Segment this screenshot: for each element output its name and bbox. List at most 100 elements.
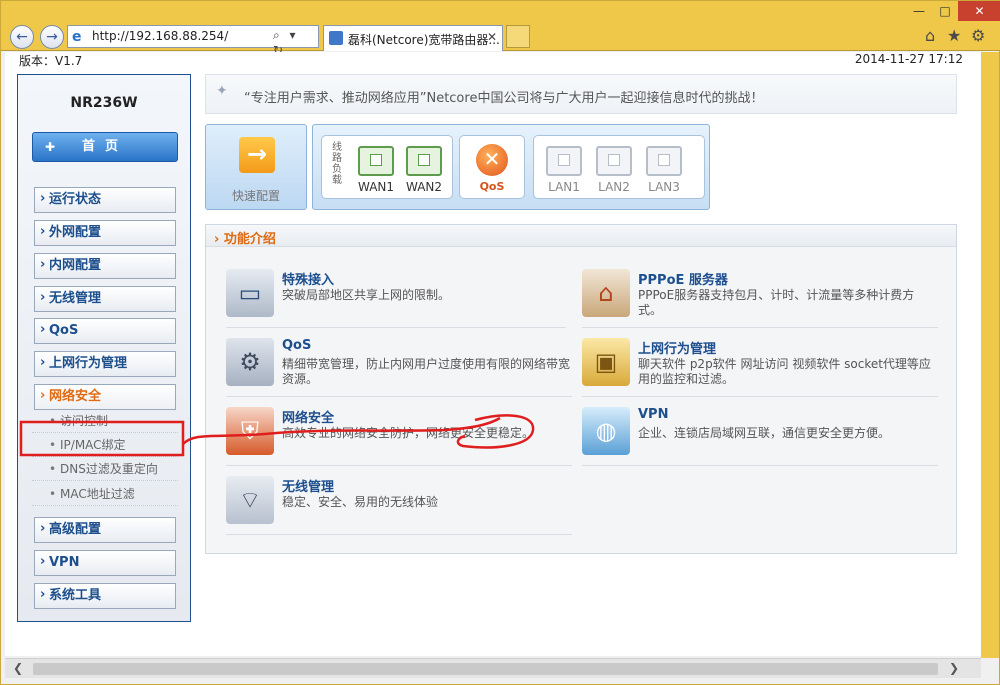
qos-label: QoS	[479, 180, 505, 193]
tab-close-icon[interactable]: ✕	[487, 30, 497, 44]
home-button[interactable]: ✚ 首页	[32, 132, 178, 162]
qos-off-icon: ✕	[476, 144, 508, 176]
scroll-right-icon[interactable]: ❯	[949, 661, 959, 675]
lan1-label: LAN1	[548, 180, 580, 194]
feature-desc: 高效专业的网络安全防护，网络更安全更稳定。	[282, 426, 535, 440]
home-icon[interactable]: ⌂	[925, 26, 935, 45]
sidebar: NR236W ✚ 首页 运行状态 外网配置 内网配置 无线管理 QoS 上网行为…	[17, 74, 191, 622]
feature-title[interactable]: PPPoE 服务器	[638, 269, 728, 288]
menu-item-wireless[interactable]: 无线管理	[34, 286, 176, 312]
quick-setup-button[interactable]: → 快速配置	[205, 124, 307, 210]
port-status-panel: 线路负载 WAN1 WAN2 ✕ QoS LAN1 LAN2 LAN3	[312, 124, 710, 210]
feature-network-security[interactable]: ⛨ 网络安全 高效专业的网络安全防护，网络更安全更稳定。	[226, 407, 572, 469]
version-label: 版本：V1.7	[19, 54, 83, 68]
feature-qos[interactable]: ⚙ QoS 精细带宽管理，防止内网用户过度使用有限的网络带宽资源。	[226, 338, 572, 400]
scroll-left-icon[interactable]: ❮	[13, 661, 23, 675]
submenu-dns-filter[interactable]: DNS过滤及重定向	[32, 457, 178, 481]
horizontal-scrollbar[interactable]: ❮ ❯	[5, 658, 981, 678]
menu-item-behavior[interactable]: 上网行为管理	[34, 351, 176, 377]
title-bar: — □ ✕	[1, 1, 1000, 21]
address-bar[interactable]: e http://192.168.88.254/ ⌕ ▾ ↻	[67, 25, 319, 57]
close-button[interactable]: ✕	[958, 1, 1000, 21]
feature-title[interactable]: 网络安全	[282, 407, 334, 426]
settings-gear-icon[interactable]: ⚙	[971, 26, 985, 45]
slogan-banner: ✦ “专注用户需求、推动网络应用”Netcore中国公司将与广大用户一起迎接信息…	[205, 74, 957, 114]
submenu-mac-filter[interactable]: MAC地址过滤	[32, 482, 178, 506]
submenu-access-control[interactable]: 访问控制	[32, 409, 178, 433]
sparkle-icon: ✦	[216, 83, 228, 99]
feature-title[interactable]: VPN	[638, 407, 668, 422]
feature-pppoe-server[interactable]: ⌂ PPPoE 服务器 PPPoE服务器支持包月、计时、计流量等多种计费方式。	[582, 269, 938, 331]
lan-port-group: LAN1 LAN2 LAN3	[533, 135, 705, 199]
feature-desc: 突破局部地区共享上网的限制。	[282, 288, 451, 302]
wan1-port-icon[interactable]	[358, 146, 394, 176]
wan1-label: WAN1	[357, 180, 395, 194]
tab-title: 磊科(Netcore)宽带路由器...	[348, 33, 500, 47]
load-balance-label: 线路负载	[332, 142, 342, 186]
feature-wireless[interactable]: ⌔ 无线管理 稳定、安全、易用的无线体验	[226, 476, 572, 538]
vertical-scroll-area	[981, 52, 999, 658]
globe-monitor-icon: ◍	[582, 407, 630, 455]
model-name: NR236W	[70, 95, 138, 111]
wireless-icon: ⌔	[226, 476, 274, 524]
monitor-icon: ▭	[226, 269, 274, 317]
menu-item-advanced[interactable]: 高级配置	[34, 517, 176, 543]
lan2-port-icon[interactable]	[596, 146, 632, 176]
gears-icon: ⚙	[226, 338, 274, 386]
feature-title[interactable]: QoS	[282, 338, 311, 353]
menu-item-lan[interactable]: 内网配置	[34, 253, 176, 279]
slogan-text: “专注用户需求、推动网络应用”Netcore中国公司将与广大用户一起迎接信息时代…	[244, 91, 764, 106]
features-title: › 功能介绍	[214, 232, 276, 247]
arrow-right-icon: →	[239, 137, 275, 173]
ie-icon: e	[72, 29, 82, 45]
browser-toolbar: ← → e http://192.168.88.254/ ⌕ ▾ ↻ 磊科(Ne…	[1, 21, 1000, 57]
url-text[interactable]: http://192.168.88.254/	[92, 29, 228, 43]
feature-title[interactable]: 无线管理	[282, 476, 334, 495]
lan2-label: LAN2	[598, 180, 630, 194]
favicon-icon	[329, 31, 343, 45]
watermark-url: jingyan.baidu.com	[775, 642, 923, 656]
feature-title[interactable]: 上网行为管理	[638, 338, 716, 357]
wan2-port-icon[interactable]	[406, 146, 442, 176]
minimize-button[interactable]: —	[906, 1, 932, 21]
feature-special-access[interactable]: ▭ 特殊接入 突破局部地区共享上网的限制。	[226, 269, 566, 331]
features-panel: › 功能介绍 ▭ 特殊接入 突破局部地区共享上网的限制。 ⌂ PPPoE 服务器…	[205, 224, 957, 554]
tab-router[interactable]: 磊科(Netcore)宽带路由器... ✕	[323, 25, 503, 51]
lan3-label: LAN3	[648, 180, 680, 194]
shield-icon: ⛨	[226, 407, 274, 455]
menu-item-security[interactable]: 网络安全	[34, 384, 176, 410]
house-icon: ⌂	[582, 269, 630, 317]
feature-title[interactable]: 特殊接入	[282, 269, 334, 288]
menu-item-qos[interactable]: QoS	[34, 318, 176, 344]
quick-setup-label: 快速配置	[231, 189, 280, 203]
datetime-label: 2014-11-27 17:12	[854, 52, 963, 66]
submenu-ip-mac-binding[interactable]: IP/MAC绑定	[32, 433, 178, 457]
feature-desc: 聊天软件 p2p软件 网址访问 视频软件 socket代理等应用的监控和过滤。	[638, 357, 931, 386]
feature-desc: 企业、连锁店局域网互联，通信更安全更方便。	[638, 426, 891, 440]
scroll-thumb[interactable]	[33, 663, 938, 675]
menu-item-status[interactable]: 运行状态	[34, 187, 176, 213]
feature-desc: 稳定、安全、易用的无线体验	[282, 495, 439, 509]
forward-button[interactable]: →	[40, 25, 64, 49]
new-tab-button[interactable]	[506, 25, 530, 48]
menu-item-vpn[interactable]: VPN	[34, 550, 176, 576]
qos-status[interactable]: ✕ QoS	[459, 135, 525, 199]
maximize-button[interactable]: □	[932, 1, 958, 21]
wan2-label: WAN2	[405, 180, 443, 194]
browser-window: — □ ✕ ← → e http://192.168.88.254/ ⌕ ▾ ↻…	[0, 0, 1000, 685]
lan1-port-icon[interactable]	[546, 146, 582, 176]
plus-icon: ✚	[45, 140, 56, 154]
folder-lock-icon: ▣	[582, 338, 630, 386]
wan-port-group: 线路负载 WAN1 WAN2	[321, 135, 453, 199]
favorites-star-icon[interactable]: ★	[947, 26, 961, 45]
feature-vpn[interactable]: ◍ VPN 企业、连锁店局域网互联，通信更安全更方便。	[582, 407, 938, 469]
back-button[interactable]: ←	[10, 25, 34, 49]
feature-behavior-management[interactable]: ▣ 上网行为管理 聊天软件 p2p软件 网址访问 视频软件 socket代理等应…	[582, 338, 938, 400]
feature-desc: 精细带宽管理，防止内网用户过度使用有限的网络带宽资源。	[282, 357, 571, 386]
menu-item-wan[interactable]: 外网配置	[34, 220, 176, 246]
home-label: 首页	[81, 139, 128, 154]
router-page: 版本：V1.7 2014-11-27 17:12 NR236W ✚ 首页 运行状…	[5, 52, 981, 656]
menu-item-tools[interactable]: 系统工具	[34, 583, 176, 609]
feature-desc: PPPoE服务器支持包月、计时、计流量等多种计费方式。	[638, 288, 915, 317]
lan3-port-icon[interactable]	[646, 146, 682, 176]
